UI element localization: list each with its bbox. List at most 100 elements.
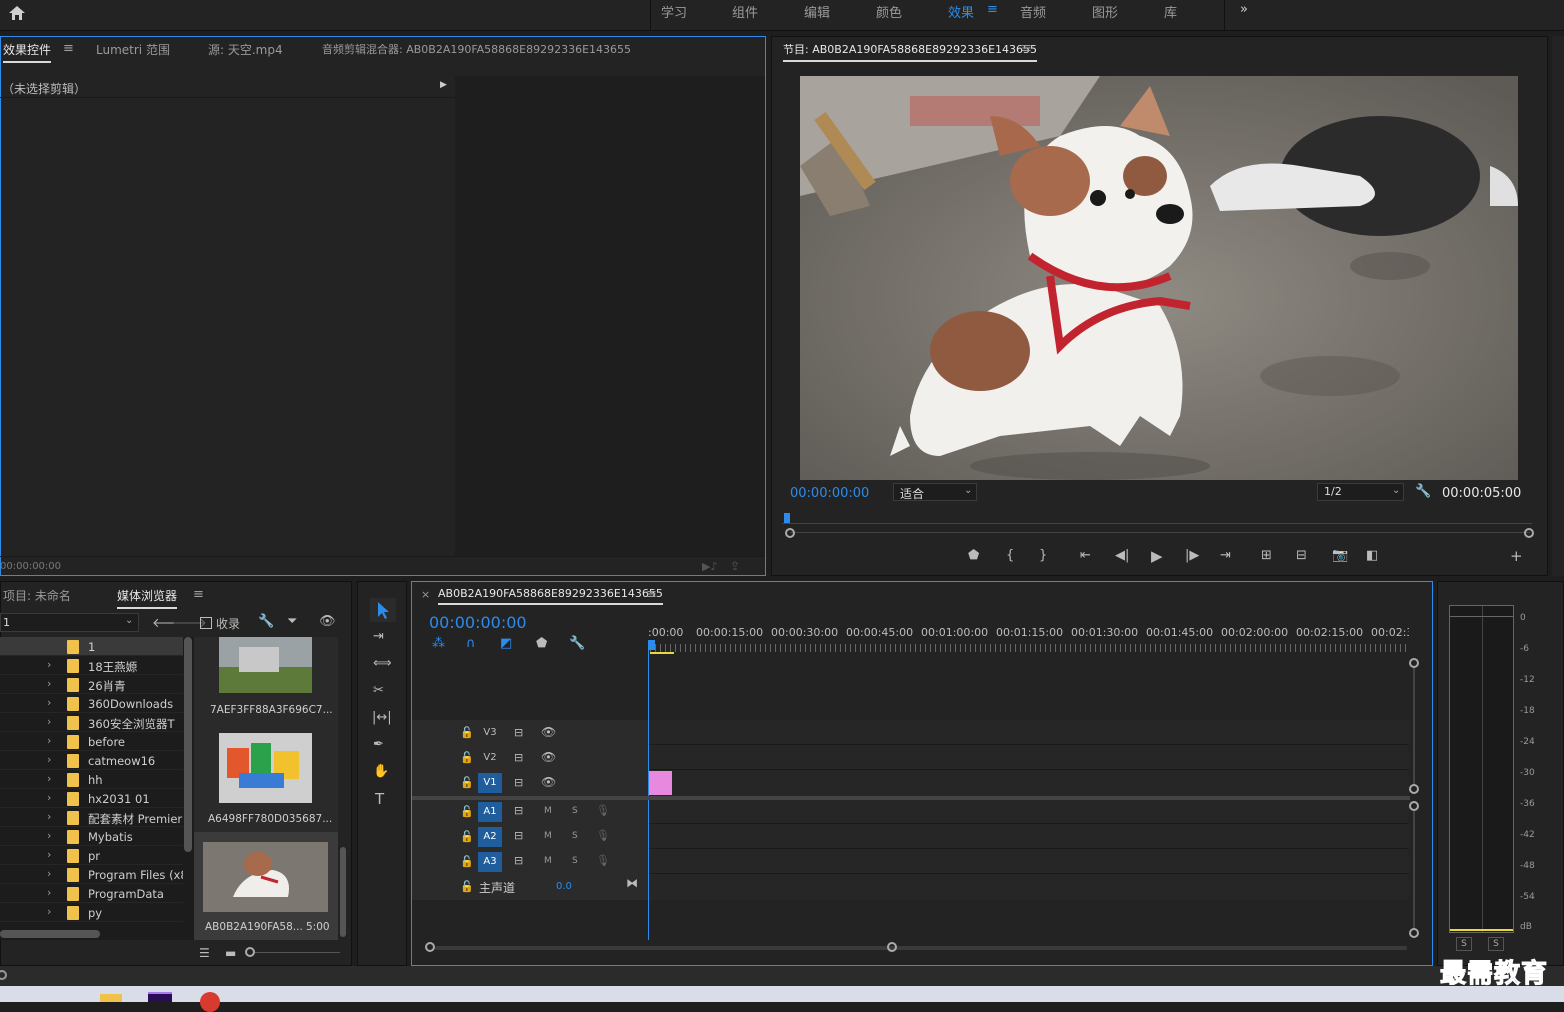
expand-icon[interactable]: ▶ [440,80,447,90]
icon-view-icon[interactable]: ▬ [225,946,236,960]
microphone-icon[interactable]: 🎙 [596,829,610,842]
list-item[interactable]: ›Program Files (x86 [0,865,183,884]
a-scroll-handle-top[interactable] [1409,801,1419,811]
pen-icon[interactable]: ✒ [373,737,384,752]
workspace-tab-effects[interactable]: 效果 [948,2,974,21]
track-target-a1[interactable]: A1 [478,802,502,822]
go-to-in-icon[interactable]: ⇤ [1080,548,1091,563]
hand-icon[interactable]: ✋ [373,764,389,779]
list-item[interactable]: › 360安全浏览器T [0,713,183,732]
resolution-select[interactable]: 1/2 ⌄ [1317,483,1404,501]
zoom-handle-left[interactable] [785,528,795,538]
path-select[interactable]: 1 ⌄ [0,613,139,632]
workspace-tab-libraries[interactable]: 库 [1164,2,1177,21]
tab-media-browser[interactable]: 媒体浏览器 [117,587,178,609]
filter-icon[interactable]: ⏷ [287,614,297,629]
track-target-v2[interactable]: V2 [478,748,502,768]
thumbnail-zoom-slider[interactable] [245,947,255,957]
mark-in-icon[interactable]: { [1006,548,1014,563]
track-v3[interactable] [649,720,1409,745]
extract-icon[interactable]: ⊟ [1296,548,1307,563]
work-area-bar[interactable] [650,652,674,654]
add-marker-icon[interactable]: ⬟ [968,548,979,563]
nest-icon[interactable]: ⁂ [432,636,445,651]
track-target-a2[interactable]: A2 [478,827,502,847]
panel-menu-icon[interactable]: ≡ [63,41,74,56]
lift-icon[interactable]: ⊞ [1261,548,1272,563]
sync-lock-icon[interactable]: ⊟ [514,804,523,817]
status-icon[interactable] [0,970,7,980]
timeline-timecode[interactable]: 00:00:00:00 [429,613,527,632]
h-scroll-handle-right[interactable] [887,942,897,952]
workspace-menu-icon[interactable]: ≡ [987,2,998,17]
step-forward-icon[interactable]: |▶ [1185,548,1199,563]
type-icon[interactable]: T [375,790,384,808]
tab-lumetri-scopes[interactable]: Lumetri 范围 [96,41,170,58]
list-item[interactable]: › hh [0,770,183,789]
program-menu-icon[interactable]: ≡ [1021,41,1032,56]
tab-project[interactable]: 项目: 未命名 [3,587,71,604]
wrench-icon[interactable]: 🔧 [1415,484,1431,499]
list-view-icon[interactable]: ☰ [199,946,210,960]
list-item[interactable]: › Mybatis [0,827,183,846]
track-a3[interactable] [649,849,1409,874]
list-item[interactable]: › hx2031 01 [0,789,183,808]
list-item[interactable]: › 26肖青 [0,675,183,694]
lock-icon[interactable]: 🔓 [460,726,474,739]
mute-button[interactable]: M [544,856,552,866]
zoom-handle-right[interactable] [1524,528,1534,538]
lock-icon[interactable]: 🔓 [460,855,474,868]
list-item[interactable]: › 18王燕嫄 [0,656,183,675]
sequence-menu-icon[interactable]: ≡ [646,587,657,602]
track-a1[interactable] [649,800,1409,824]
workspace-tab-assembly[interactable]: 组件 [732,2,758,21]
wrench-icon[interactable]: 🔧 [569,636,585,651]
microphone-icon[interactable]: 🎙 [596,854,610,867]
folder-scrollbar[interactable] [184,637,192,852]
sync-lock-icon[interactable]: ⊟ [514,776,523,789]
tab-effect-controls[interactable]: 效果控件 [3,41,52,63]
mute-button[interactable]: M [544,806,552,816]
lock-icon[interactable]: 🔓 [460,830,474,843]
workspace-tab-editing[interactable]: 编辑 [804,2,830,21]
list-item[interactable]: › catmeow16 [0,751,183,770]
list-item[interactable]: 1 [0,637,183,656]
thumbnail-item[interactable]: 7AEF3FF88A3F696C7... [194,637,338,725]
file-explorer-icon[interactable] [100,994,122,1002]
list-item[interactable]: › py [0,903,183,922]
solo-button[interactable]: S [572,806,578,816]
program-playhead-timecode[interactable]: 00:00:00:00 [790,486,869,501]
lock-icon[interactable]: 🔓 [460,880,474,893]
folder-hscrollbar[interactable] [0,930,100,938]
mark-out-icon[interactable]: } [1039,548,1047,563]
lock-icon[interactable]: 🔓 [460,805,474,818]
play-icon[interactable]: ▶ [1151,547,1163,565]
eye-icon[interactable]: 👁 [319,614,336,629]
solo-button[interactable]: S [572,831,578,841]
thumbnail-scrollbar[interactable] [340,847,346,937]
v-scroll-handle-bottom[interactable] [1409,784,1419,794]
go-to-out-icon[interactable]: ⇥ [1220,548,1231,563]
premiere-icon[interactable] [148,992,172,1002]
sync-lock-icon[interactable]: ⊟ [514,829,523,842]
meter-solo-right[interactable]: S [1488,937,1504,951]
track-master[interactable] [649,874,1409,900]
close-icon[interactable]: × [421,588,430,601]
master-volume-value[interactable]: 0.0 [556,881,572,892]
add-marker-icon[interactable]: ⬟ [536,636,547,651]
slip-icon[interactable]: |↔| [372,710,392,725]
export-icon[interactable]: ⇪ [730,559,740,573]
ingest-checkbox[interactable] [200,617,212,629]
thumbnail-item[interactable]: A6498FF780D035687... [194,725,338,830]
list-item[interactable]: › 360Downloads [0,694,183,713]
list-item[interactable]: › before [0,732,183,751]
workspace-tab-audio[interactable]: 音频 [1020,2,1046,21]
list-item[interactable]: › pr [0,846,183,865]
sequence-tab[interactable]: AB0B2A190FA58868E89292336E143655 [438,587,663,605]
list-item[interactable]: › 配套素材 Premier [0,808,183,827]
h-scroll-handle-left[interactable] [425,942,435,952]
sync-lock-icon[interactable]: ⊟ [514,854,523,867]
track-target-v3[interactable]: V3 [478,723,502,743]
track-v1[interactable] [649,770,1409,796]
program-ruler[interactable] [782,514,1532,524]
